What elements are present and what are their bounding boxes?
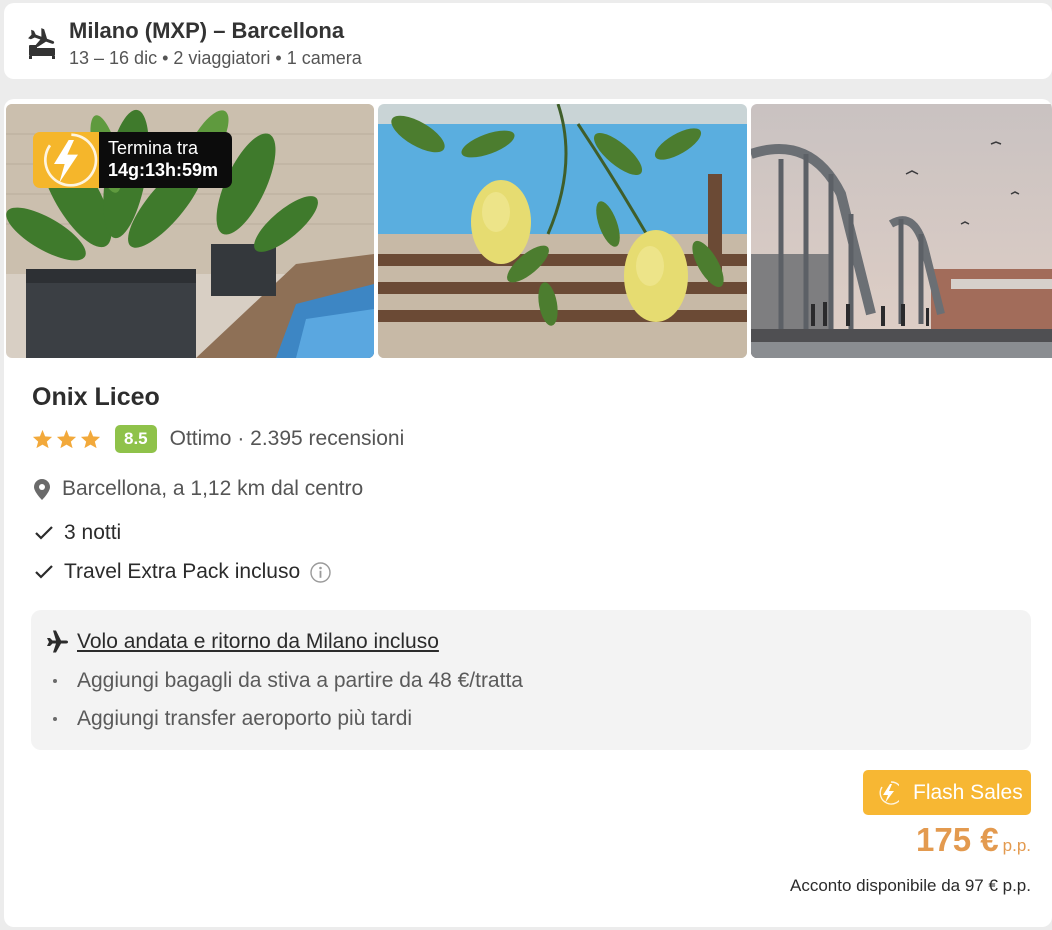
bullet-dot [53,717,57,721]
feature-extra-pack-label: Travel Extra Pack incluso [64,560,301,583]
flash-bolt-icon [879,780,899,805]
search-details: 13 – 16 dic • 2 viaggiatori • 1 camera [69,48,362,68]
flight-option-transfer-label: Aggiungi transfer aeroporto più tardi [77,707,413,730]
hotel-photo-pool-plants[interactable]: Termina tra 14g:13h:59m [6,104,374,358]
location-pin-icon [34,478,50,500]
review-summary[interactable]: Ottimo · 2.395 recensioni [170,427,405,451]
search-route: Milano (MXP) – Barcellona [69,18,345,43]
search-summary[interactable]: Milano (MXP) – Barcellona 13 – 16 dic • … [4,3,1052,79]
deposit-note: Acconto disponibile da 97 € p.p. [789,876,1031,895]
check-icon [35,565,53,579]
countdown-label: Termina tra [108,138,199,158]
feature-nights-label: 3 notti [64,521,122,544]
flash-sales-label: Flash Sales [913,780,1023,804]
flight-included-link[interactable]: Volo andata e ritorno da Milano incluso [77,630,439,654]
countdown-value: 14g:13h:59m [108,160,219,180]
destination-photo-bridge[interactable] [751,104,1052,358]
flash-bolt-icon [33,132,99,188]
hotel-stars [32,429,101,449]
review-score-badge: 8.5 [115,425,157,453]
bullet-dot [53,679,57,683]
check-icon [35,526,53,540]
feature-nights: 3 notti [34,521,121,545]
hotel-photo-lemons[interactable] [378,104,747,358]
flight-option-baggage-label: Aggiungi bagagli da stiva a partire da 4… [77,669,523,692]
location-text: Barcellona, a 1,12 km dal centro [62,477,364,500]
star-icon [80,429,101,449]
photo-gallery[interactable]: Termina tra 14g:13h:59m [6,104,1052,358]
hotel-location: Barcellona, a 1,12 km dal centro [34,477,363,501]
flight-option-baggage: Aggiungi bagagli da stiva a partire da 4… [53,669,523,693]
hotel-card[interactable]: Termina tra 14g:13h:59m Onix Liceo 8.5 O… [4,99,1052,927]
price-unit: p.p. [1002,836,1031,855]
countdown-badge: Termina tra 14g:13h:59m [33,132,233,188]
flash-sales-badge[interactable]: Flash Sales [863,770,1031,815]
airplane-icon [47,630,68,653]
star-icon [32,429,53,449]
rating-row: 8.5 Ottimo · 2.395 recensioni [32,423,404,455]
price-amount: 175 € [916,821,999,858]
flight-hotel-icon [28,28,55,59]
star-icon [56,429,77,449]
info-icon[interactable] [310,561,331,583]
flight-info-box: Volo andata e ritorno da Milano incluso … [31,610,1031,750]
flight-included: Volo andata e ritorno da Milano incluso [45,630,439,654]
feature-extra-pack: Travel Extra Pack incluso [34,560,331,584]
flight-option-transfer: Aggiungi transfer aeroporto più tardi [53,707,412,731]
price: 175 € p.p. [916,821,1031,859]
hotel-name[interactable]: Onix Liceo [32,383,160,412]
